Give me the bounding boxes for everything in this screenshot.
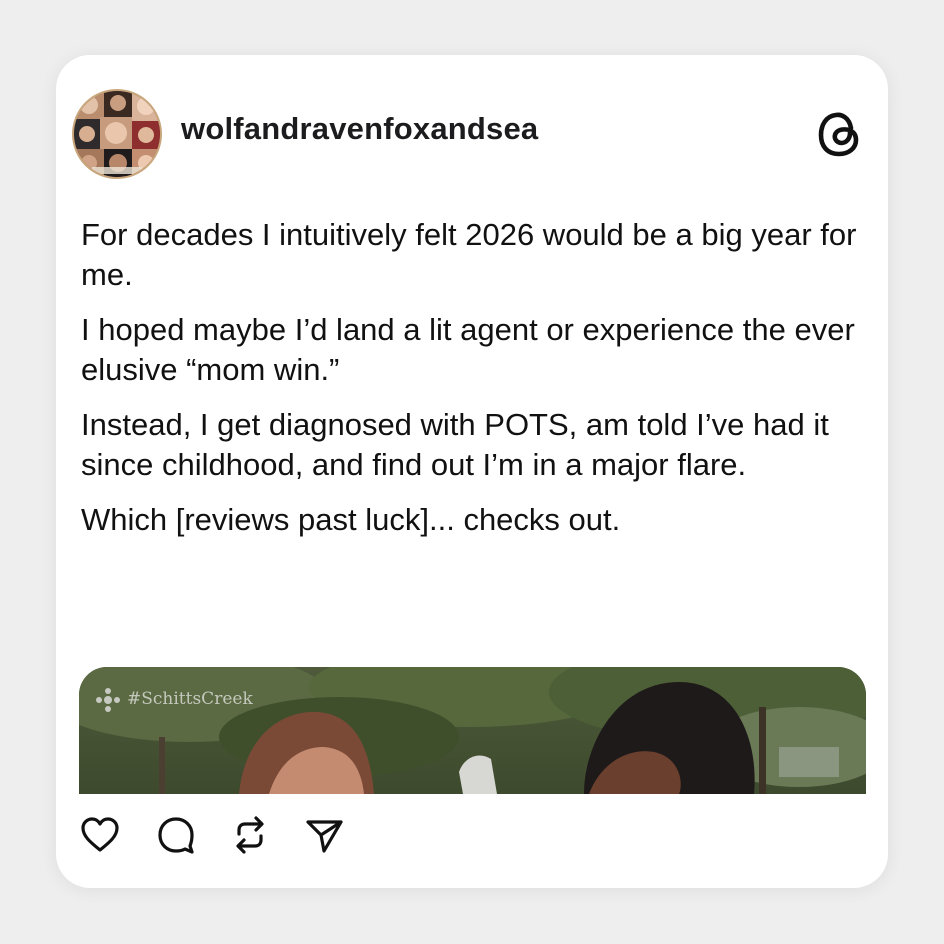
username[interactable]: wolfandravenfoxandsea [181,111,538,147]
threads-post-card: wolfandravenfoxandsea For decades I intu… [56,55,888,888]
post-paragraph: Which [reviews past luck]... checks out. [81,502,621,537]
avatar-collage-image [74,91,160,177]
cbc-logo-icon [96,688,120,712]
post-media-gif[interactable]: #SchittsCreek [79,667,866,794]
post-paragraph: I hoped maybe I’d land a lit agent or ex… [81,312,855,387]
media-scene-image [79,667,866,794]
post-paragraph: Instead, I get diagnosed with POTS, am t… [81,407,829,482]
action-bar [78,813,378,857]
heart-icon[interactable] [78,813,122,857]
threads-logo-icon[interactable] [816,109,862,159]
avatar[interactable] [72,89,162,179]
repost-icon[interactable] [228,813,272,857]
post-text: For decades I intuitively felt 2026 woul… [81,215,871,555]
post-paragraph: For decades I intuitively felt 2026 woul… [81,217,857,292]
comment-icon[interactable] [154,813,198,857]
media-watermark: #SchittsCreek [127,689,253,709]
send-icon[interactable] [302,813,346,857]
